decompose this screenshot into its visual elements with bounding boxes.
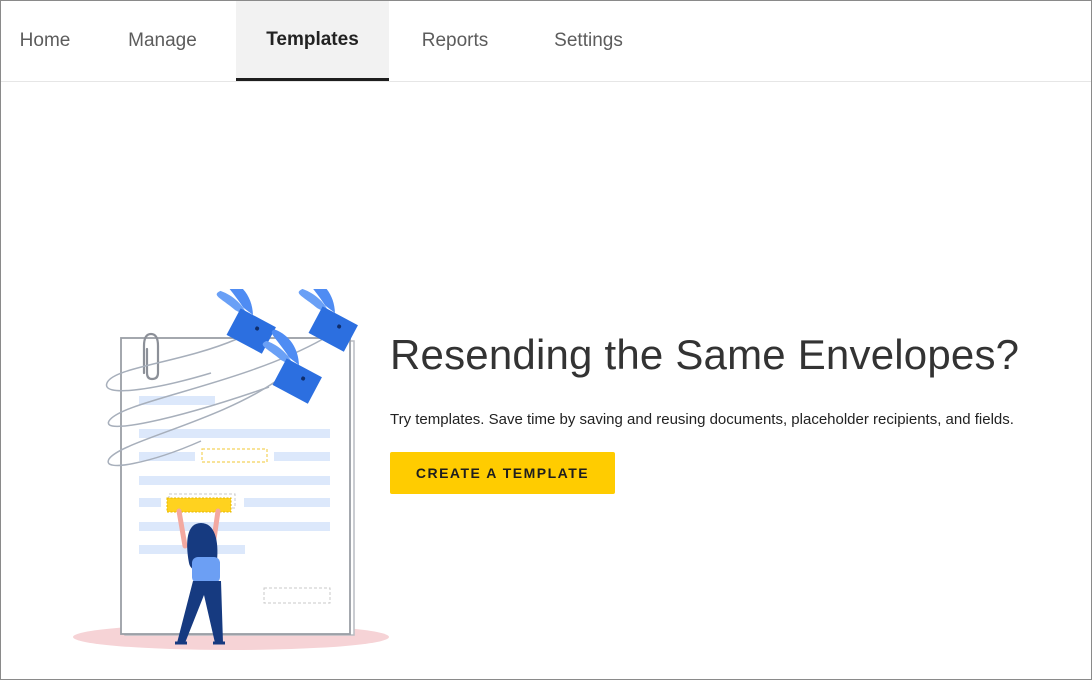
- templates-illustration: [73, 289, 389, 650]
- tab-reports[interactable]: Reports: [389, 1, 521, 81]
- tab-manage[interactable]: Manage: [89, 1, 236, 81]
- tab-templates[interactable]: Templates: [236, 1, 389, 81]
- hero-title: Resending the Same Envelopes?: [390, 331, 1020, 378]
- create-template-button[interactable]: CREATE A TEMPLATE: [390, 452, 615, 494]
- tab-settings[interactable]: Settings: [521, 1, 656, 81]
- top-nav: Home Manage Templates Reports Settings: [1, 1, 1091, 82]
- tab-home[interactable]: Home: [1, 1, 89, 81]
- hero-subtitle: Try templates. Save time by saving and r…: [390, 411, 1014, 428]
- templates-page: Home Manage Templates Reports Settings R…: [0, 0, 1092, 680]
